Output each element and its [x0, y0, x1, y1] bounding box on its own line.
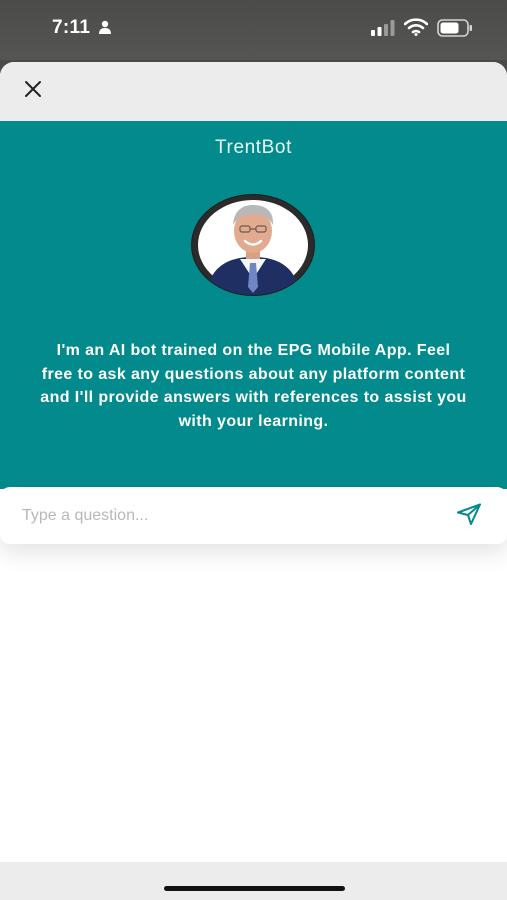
avatar-portrait	[198, 200, 308, 295]
bot-avatar	[192, 195, 314, 295]
wifi-icon	[404, 18, 428, 36]
send-button[interactable]	[456, 503, 486, 529]
battery-icon	[437, 19, 472, 37]
status-bar: 7:11	[0, 0, 507, 60]
question-input-bar	[0, 487, 507, 544]
bot-intro-text: I'm an AI bot trained on the EPG Mobile …	[40, 342, 467, 430]
send-icon	[457, 503, 481, 525]
status-time: 7:11	[52, 17, 91, 38]
cellular-signal-icon	[371, 20, 395, 36]
bottom-safe-area	[0, 862, 507, 900]
bot-intro-panel: TrentBot I'm an AI bot trained on the EP…	[0, 121, 507, 489]
person-icon	[99, 20, 111, 34]
bot-name: TrentBot	[215, 137, 292, 158]
question-input[interactable]	[20, 499, 434, 533]
home-indicator[interactable]	[164, 886, 345, 891]
close-icon	[25, 81, 41, 97]
sheet-header	[0, 62, 507, 121]
close-button[interactable]	[16, 72, 50, 106]
chat-sheet: TrentBot I'm an AI bot trained on the EP…	[0, 62, 507, 900]
